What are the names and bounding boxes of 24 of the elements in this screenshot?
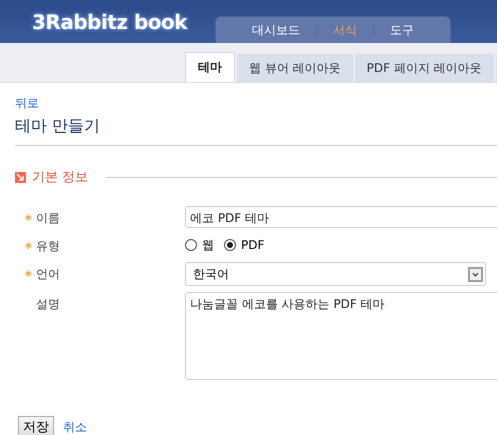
tab[interactable]: PDF 페이지 레이아웃 xyxy=(354,54,494,82)
nav-tab[interactable]: 대시보드 xyxy=(236,22,316,38)
tab[interactable]: 웹 뷰어 레이아웃 xyxy=(237,54,353,82)
tab[interactable]: 테마 xyxy=(185,52,235,82)
field-label: 설명 xyxy=(36,296,60,313)
field-label: 언어 xyxy=(36,266,60,283)
language-dropdown[interactable]: 한국어 xyxy=(185,262,486,286)
input-field[interactable]: 에코 PDF 테마 xyxy=(185,206,497,228)
nav-tab[interactable]: 도구 xyxy=(374,22,430,38)
section-title: 기본 정보 xyxy=(32,169,88,186)
radio-button[interactable] xyxy=(224,239,236,251)
text-area[interactable]: 나눔글꼴 에코를 사용하는 PDF 테마 xyxy=(185,292,497,380)
caret-icon xyxy=(468,266,483,282)
save-button[interactable]: 저장 xyxy=(18,416,54,435)
field-label: 유형 xyxy=(36,238,60,255)
cancel-link[interactable]: 취소 xyxy=(63,418,87,435)
back-link[interactable]: 뒤로 xyxy=(15,96,39,110)
arrow-icon xyxy=(15,172,26,182)
page-title: 테마 만들기 xyxy=(15,116,497,146)
radio-label: PDF xyxy=(241,238,264,252)
field-label: 이름 xyxy=(36,210,60,227)
radio-button[interactable] xyxy=(185,239,197,251)
logo: 3Rabbitz book xyxy=(32,10,188,34)
radio-label: 웹 xyxy=(202,236,214,254)
